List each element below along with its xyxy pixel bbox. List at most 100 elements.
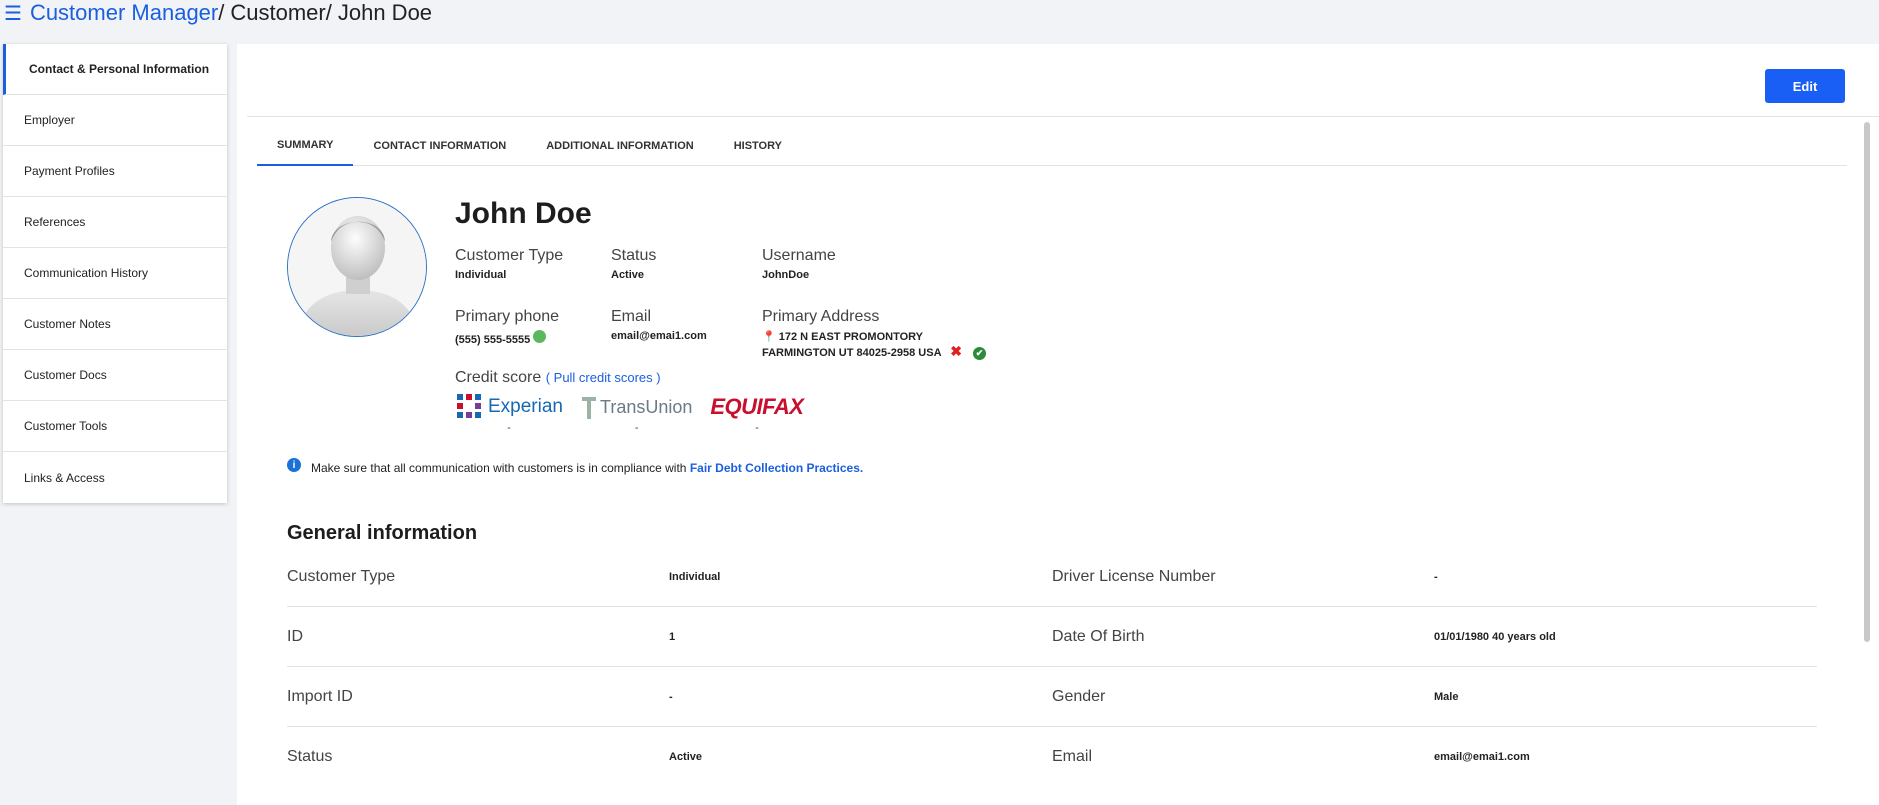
table-row: Import ID - Gender Male — [287, 667, 1817, 727]
bureau-experian: Experian - — [455, 392, 563, 434]
sidebar-item-customer-tools[interactable]: Customer Tools — [3, 401, 227, 452]
sidebar-item-label: Customer Docs — [24, 368, 107, 382]
notice-text: Make sure that all communication with cu… — [311, 461, 687, 475]
equifax-logo: EQUIFAX — [710, 392, 804, 422]
sidebar-item-label: Customer Tools — [24, 419, 108, 433]
hamburger-menu-icon[interactable]: ☰ — [0, 1, 30, 26]
avatar — [287, 197, 427, 337]
address-invalid-icon[interactable]: ✖ — [950, 343, 962, 359]
user-silhouette-icon — [288, 198, 426, 336]
phone-value-row: (555) 555-5555 — [455, 330, 559, 346]
row-label: Customer Type — [287, 567, 396, 585]
address-value: 📍 172 N EAST PROMONTORY FARMINGTON UT 84… — [762, 330, 986, 360]
sidebar-item-label: Employer — [24, 113, 75, 127]
row-label: Driver License Number — [1052, 567, 1216, 585]
username-label: Username — [762, 247, 836, 264]
row-label: Import ID — [287, 687, 353, 705]
sidebar-item-customer-docs[interactable]: Customer Docs — [3, 350, 227, 401]
customer-type-label: Customer Type — [455, 247, 564, 264]
email-label: Email — [611, 308, 652, 325]
breadcrumb-current: John Doe — [337, 0, 433, 25]
experian-name: Experian — [488, 396, 563, 417]
tab-history[interactable]: HISTORY — [714, 126, 802, 166]
status-value: Active — [611, 269, 645, 281]
sidebar-item-label: Contact & Personal Information — [29, 62, 210, 76]
compliance-notice: i Make sure that all communication with … — [287, 458, 863, 475]
experian-logo: Experian — [455, 392, 563, 422]
phone-label: Primary phone — [455, 308, 560, 325]
row-value: email@emai1.com — [1434, 751, 1530, 763]
tab-contact-information[interactable]: CONTACT INFORMATION — [353, 126, 526, 166]
table-row: Status Active Email email@emai1.com — [287, 727, 1817, 787]
transunion-score: - — [634, 422, 639, 434]
transunion-logo: TransUnion — [581, 392, 692, 422]
row-value: Male — [1434, 690, 1459, 703]
address-line2: FARMINGTON UT 84025-2958 USA — [762, 347, 942, 359]
customer-type-field: Customer Type Individual — [455, 247, 563, 281]
username-field: Username JohnDoe — [762, 247, 836, 281]
breadcrumb-customer: Customer — [230, 0, 326, 25]
breadcrumb: ☰ Customer Manager / Customer / John Doe — [0, 0, 432, 26]
phone-verified-status-icon — [533, 330, 547, 343]
sidebar-item-label: Payment Profiles — [24, 164, 115, 178]
customer-name: John Doe — [455, 197, 592, 230]
sidebar-item-label: Customer Notes — [24, 317, 111, 331]
general-information-title: General information — [287, 522, 478, 544]
info-icon: i — [287, 458, 301, 472]
sidebar-item-customer-notes[interactable]: Customer Notes — [3, 299, 227, 350]
sidebar-item-label: References — [24, 215, 86, 229]
transunion-mark-icon — [582, 397, 596, 419]
phone-field: Primary phone (555) 555-5555 — [455, 308, 559, 346]
phone-value: (555) 555-5555 — [455, 334, 531, 346]
bureau-equifax: EQUIFAX - — [710, 392, 804, 434]
email-field: Email email@emai1.com — [611, 308, 707, 342]
status-label: Status — [611, 247, 657, 264]
row-value: - — [669, 690, 673, 703]
row-label: ID — [287, 627, 303, 645]
edit-button[interactable]: Edit — [1765, 69, 1845, 103]
experian-score: - — [507, 422, 511, 434]
tab-bar: SUMMARY CONTACT INFORMATION ADDITIONAL I… — [257, 126, 1847, 166]
map-pin-icon: 📍 — [762, 331, 776, 343]
sidebar: Contact & Personal Information Employer … — [3, 44, 227, 503]
credit-bureaus: Experian - TransUnion - EQUIFAX - — [455, 392, 804, 434]
sidebar-item-communication-history[interactable]: Communication History — [3, 248, 227, 299]
equifax-score: - — [755, 422, 759, 434]
username-value: JohnDoe — [762, 269, 810, 281]
table-row: ID 1 Date Of Birth 01/01/1980 40 years o… — [287, 607, 1817, 667]
tab-summary[interactable]: SUMMARY — [257, 126, 354, 166]
sidebar-item-payment-profiles[interactable]: Payment Profiles — [3, 146, 227, 197]
breadcrumb-separator: / — [218, 0, 225, 25]
row-value: 1 — [669, 630, 676, 643]
address-field: Primary Address 📍 172 N EAST PROMONTORY … — [762, 308, 986, 360]
row-label: Date Of Birth — [1052, 627, 1145, 645]
row-label: Email — [1052, 748, 1093, 765]
sidebar-item-label: Links & Access — [24, 470, 105, 485]
scrollbar[interactable] — [1864, 122, 1870, 642]
address-label: Primary Address — [762, 308, 880, 325]
table-row: Customer Type Individual Driver License … — [287, 547, 1817, 607]
sidebar-item-label: Communication History — [24, 266, 149, 280]
pull-credit-scores-link[interactable]: ( Pull credit scores ) — [546, 370, 661, 385]
sidebar-item-employer[interactable]: Employer — [3, 95, 227, 146]
sidebar-item-links-access[interactable]: Links & Access — [3, 452, 227, 503]
row-value: 01/01/1980 40 years old — [1434, 630, 1556, 643]
email-value: email@emai1.com — [611, 330, 707, 342]
sidebar-item-references[interactable]: References — [3, 197, 227, 248]
row-label: Status — [287, 748, 333, 765]
row-value: Individual — [669, 570, 721, 583]
tab-additional-information[interactable]: ADDITIONAL INFORMATION — [526, 126, 713, 166]
credit-score-label: Credit score — [455, 369, 542, 386]
row-value: - — [1434, 570, 1438, 583]
general-information-table: Customer Type Individual Driver License … — [287, 547, 1817, 787]
fair-debt-practices-link[interactable]: Fair Debt Collection Practices. — [690, 461, 863, 475]
address-verified-icon[interactable]: ✔ — [972, 346, 986, 360]
bureau-transunion: TransUnion - — [581, 392, 692, 434]
customer-type-value: Individual — [455, 269, 507, 281]
sidebar-item-contact-personal[interactable]: Contact & Personal Information — [3, 44, 227, 95]
breadcrumb-separator: / — [325, 0, 332, 25]
transunion-name: TransUnion — [600, 396, 693, 417]
equifax-name: EQUIFAX — [710, 394, 804, 419]
breadcrumb-customer-manager[interactable]: Customer Manager — [30, 0, 218, 26]
experian-dots-icon — [457, 394, 481, 418]
